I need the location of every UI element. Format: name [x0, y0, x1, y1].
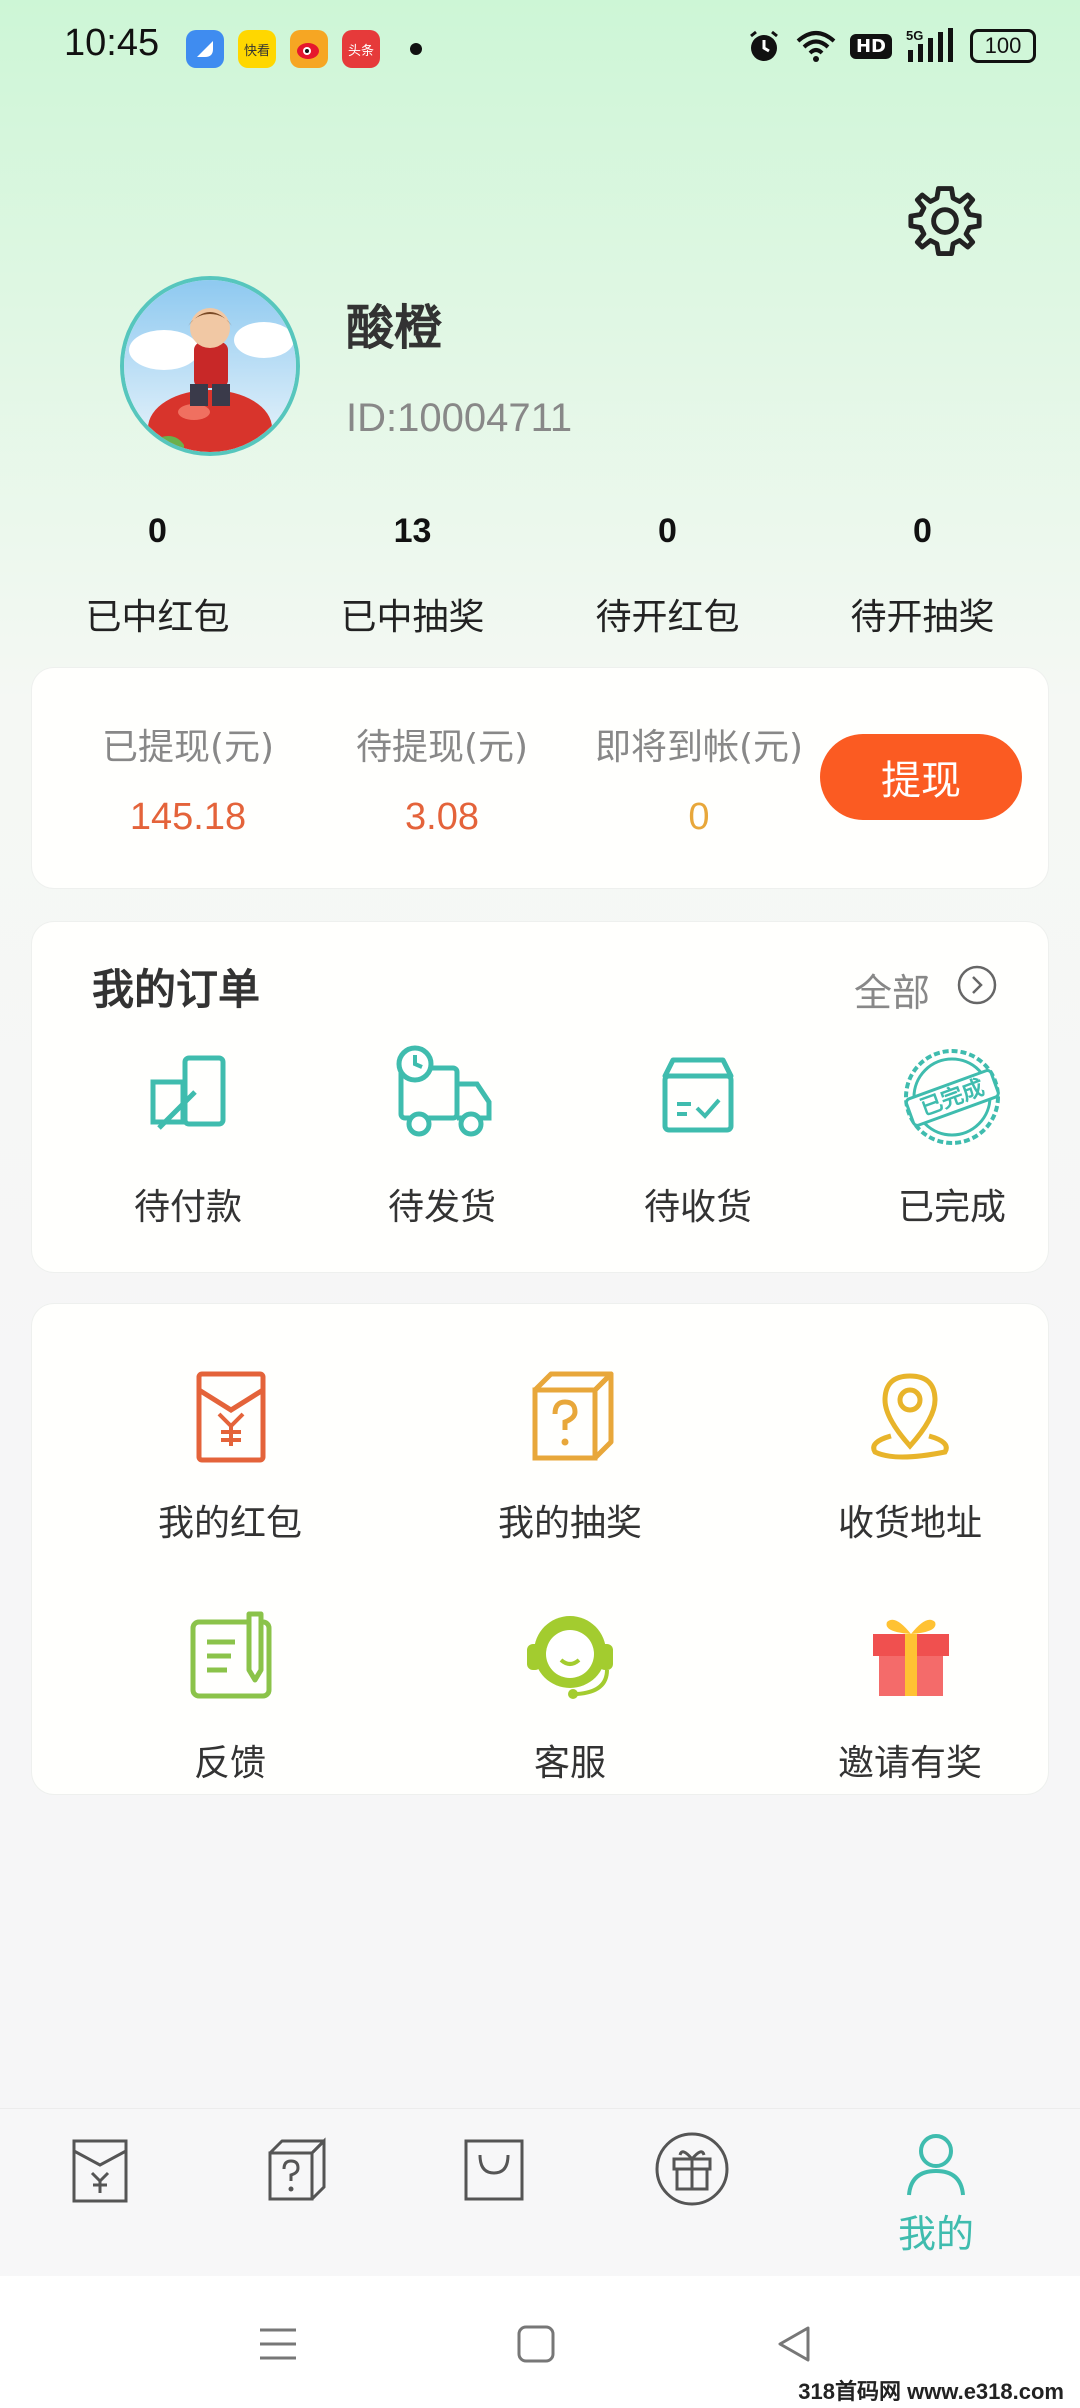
withdrawn-value: 145.18 — [129, 796, 247, 838]
arriving-value: 0 — [688, 796, 710, 838]
service-invite-rewards[interactable]: 邀请有奖 — [780, 1600, 1040, 1786]
withdraw-button[interactable]: 提现 — [820, 734, 1022, 820]
alarm-icon — [750, 30, 778, 61]
status-indicators: HD 5G 100 — [746, 28, 1036, 64]
mystery-box-icon — [532, 1371, 614, 1461]
wifi-icon — [796, 31, 836, 62]
stats-row: 0 已中红包 13 已中抽奖 0 待开红包 0 待开抽奖 — [0, 512, 1080, 640]
stat-label: 已中抽奖 — [340, 597, 485, 638]
tab-red-envelope[interactable] — [30, 2129, 170, 2269]
withdrawn-label: 已提现(元) — [101, 727, 275, 768]
user-tab-icon — [907, 2134, 965, 2196]
service-label: 我的红包 — [157, 1503, 302, 1544]
feedback-icon — [190, 1611, 272, 1699]
withdrawn-amount: 已提现(元) 145.18 — [68, 718, 308, 839]
stat-value: 0 — [913, 512, 932, 550]
service-feedback[interactable]: 反馈 — [100, 1600, 360, 1786]
package-icon — [662, 1057, 734, 1133]
services-card: 我的红包 我的抽奖 收货地址 反馈 客服 邀请有奖 — [32, 1304, 1048, 1794]
order-completed[interactable]: 已完成 已完成 — [852, 1042, 1052, 1230]
stat-pending-lotteries[interactable]: 0 待开抽奖 — [795, 512, 1050, 640]
order-label: 待发货 — [387, 1187, 496, 1228]
orders-all-link[interactable]: 全部 — [854, 962, 930, 1017]
shopping-bag-tab-icon — [464, 2139, 524, 2201]
to-withdraw-amount: 待提现(元) 3.08 — [322, 718, 562, 839]
service-label: 客服 — [533, 1743, 606, 1784]
service-label: 收货地址 — [837, 1503, 982, 1544]
order-pending-payment[interactable]: 待付款 — [88, 1042, 288, 1230]
status-bar: 10:45 快看 头条 HD 5G 100 — [0, 0, 1080, 96]
weibo-app-icon — [290, 30, 328, 68]
status-time: 10:45 — [64, 22, 160, 64]
status-app-icons: 快看 头条 — [186, 30, 422, 68]
order-label: 待收货 — [643, 1187, 752, 1228]
avatar[interactable] — [120, 276, 300, 456]
customer-service-icon — [527, 1616, 613, 1699]
toutiao-app-icon: 头条 — [342, 30, 380, 68]
arriving-label: 即将到帐(元) — [594, 727, 804, 768]
stat-value: 0 — [658, 512, 677, 550]
service-customer-service[interactable]: 客服 — [440, 1600, 700, 1786]
tab-mine-label: 我的 — [897, 2212, 974, 2256]
user-id: ID:10004711 — [346, 396, 573, 440]
chevron-right-circle-icon[interactable] — [956, 964, 998, 1006]
withdraw-card: 已提现(元) 145.18 待提现(元) 3.08 即将到帐(元) 0 提现 — [32, 668, 1048, 888]
stat-won-red-envelopes[interactable]: 0 已中红包 — [30, 512, 285, 640]
back-icon[interactable] — [770, 2320, 818, 2368]
pending-payment-icon — [150, 1055, 226, 1130]
truck-icon — [396, 1045, 492, 1137]
bottom-tab-bar: 我的 — [0, 2108, 1080, 2276]
watermark: 318首码网 www.e318.com — [798, 2379, 1064, 2404]
completed-stamp-icon: 已完成 — [904, 1049, 1000, 1145]
stat-value: 0 — [148, 512, 167, 550]
gift-tab-icon — [655, 2132, 729, 2206]
home-icon[interactable] — [512, 2320, 560, 2368]
red-envelope-icon — [196, 1371, 266, 1463]
hd-badge: HD — [849, 33, 892, 59]
orders-card: 我的订单 全部 待付款 待发货 待收货 已完成 已完成 — [32, 922, 1048, 1272]
order-label: 已完成 — [897, 1187, 1006, 1228]
user-nickname: 酸橙 — [346, 300, 443, 356]
signal-5g-icon: 5G — [906, 28, 953, 62]
menu-icon[interactable] — [254, 2320, 302, 2368]
blue-app-icon — [186, 30, 224, 68]
service-my-lotteries[interactable]: 我的抽奖 — [440, 1360, 700, 1546]
stat-value: 13 — [393, 512, 432, 550]
stat-pending-red-envelopes[interactable]: 0 待开红包 — [540, 512, 795, 640]
stat-won-lotteries[interactable]: 13 已中抽奖 — [285, 512, 540, 640]
gear-icon[interactable] — [906, 182, 984, 260]
service-shipping-address[interactable]: 收货地址 — [780, 1360, 1040, 1546]
order-pending-receipt[interactable]: 待收货 — [598, 1042, 798, 1230]
to-withdraw-value: 3.08 — [405, 796, 479, 838]
to-withdraw-label: 待提现(元) — [355, 727, 529, 768]
order-label: 待付款 — [133, 1187, 242, 1228]
arriving-amount: 即将到帐(元) 0 — [554, 718, 844, 839]
stat-label: 已中红包 — [85, 597, 230, 638]
service-label: 反馈 — [193, 1743, 266, 1784]
service-label: 我的抽奖 — [497, 1503, 642, 1544]
stat-label: 待开红包 — [595, 597, 740, 638]
order-pending-shipment[interactable]: 待发货 — [342, 1042, 542, 1230]
orders-title: 我的订单 — [92, 965, 261, 1014]
tab-lottery[interactable] — [226, 2129, 366, 2269]
service-my-red-envelopes[interactable]: 我的红包 — [100, 1360, 360, 1546]
location-icon — [871, 1373, 949, 1460]
stat-label: 待开抽奖 — [850, 597, 995, 638]
battery-indicator: 100 — [970, 29, 1036, 63]
tab-gift[interactable] — [622, 2129, 762, 2269]
tab-mine[interactable]: 我的 — [866, 2129, 1006, 2269]
tab-shop[interactable] — [424, 2129, 564, 2269]
red-envelope-tab-icon — [72, 2139, 128, 2203]
kuaikan-app-icon: 快看 — [238, 30, 276, 68]
svg-text:5G: 5G — [906, 28, 923, 43]
mystery-box-tab-icon — [268, 2137, 326, 2201]
service-label: 邀请有奖 — [837, 1743, 982, 1784]
notification-dot-icon — [410, 43, 422, 55]
gift-icon — [873, 1619, 949, 1696]
